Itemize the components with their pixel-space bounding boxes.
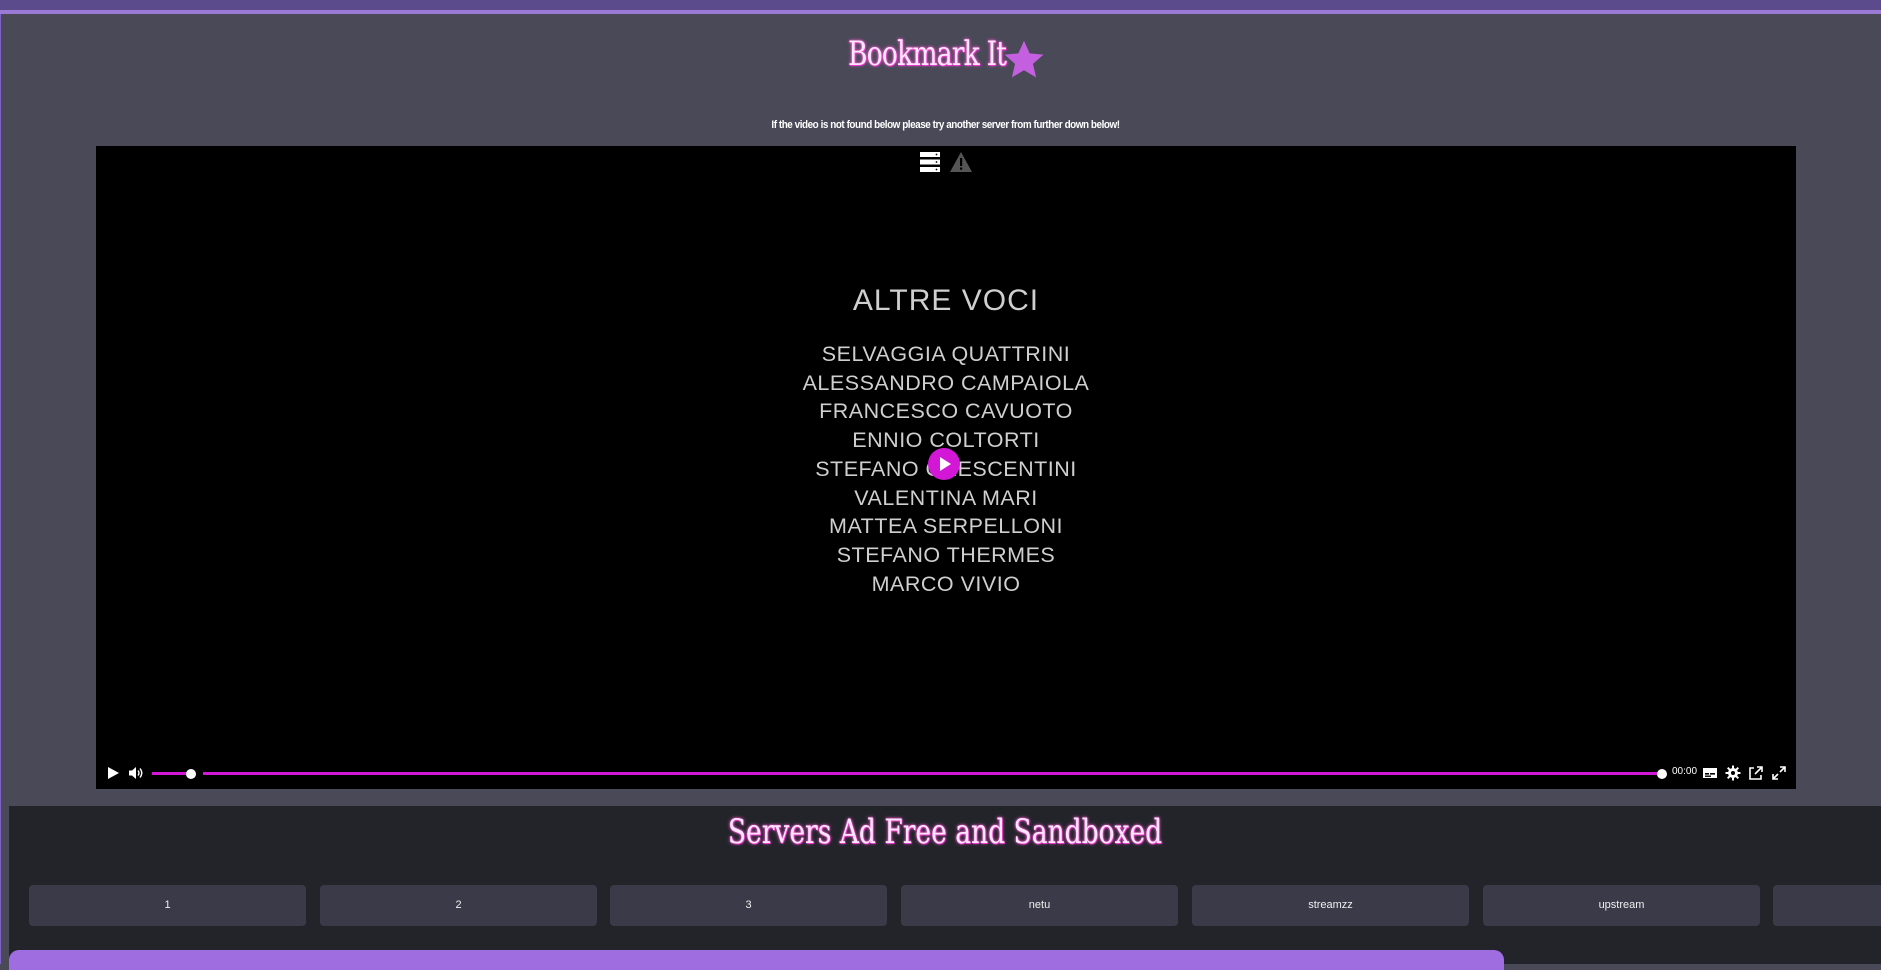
play-icon[interactable] bbox=[106, 766, 120, 780]
header: Bookmark It bbox=[0, 28, 1881, 88]
server-button-3[interactable]: 3 bbox=[610, 885, 887, 926]
server-button-2[interactable]: 2 bbox=[320, 885, 597, 926]
credit-name: SELVAGGIA QUATTRINI bbox=[821, 342, 1071, 366]
warning-icon[interactable] bbox=[949, 151, 973, 173]
server-notice: If the video is not found below please t… bbox=[771, 119, 1120, 131]
bottom-bar bbox=[9, 950, 1504, 970]
progress-bar[interactable] bbox=[152, 768, 1667, 779]
left-edge-line bbox=[0, 14, 1, 964]
settings-icon[interactable] bbox=[1725, 765, 1741, 781]
center-play-button[interactable] bbox=[928, 448, 960, 480]
subtitles-icon[interactable] bbox=[1702, 765, 1718, 781]
popout-icon[interactable] bbox=[1748, 765, 1764, 781]
credit-name: STEFANO THERMES bbox=[836, 542, 1056, 567]
servers-panel: Servers Ad Free and Sandboxed 1 2 3 netu… bbox=[9, 806, 1881, 964]
video-frame-credits: ALTRE VOCI SELVAGGIA QUATTRINI ALESSANDR… bbox=[96, 284, 1796, 598]
site-title: Bookmark It bbox=[848, 34, 1007, 74]
credit-name: MARCO VIVIO bbox=[871, 571, 1021, 596]
time-display: 00:00 bbox=[1672, 766, 1698, 777]
top-bar-accent bbox=[0, 10, 1881, 14]
bookmark-star-icon[interactable] bbox=[1002, 38, 1046, 82]
server-button-upstream[interactable]: upstream bbox=[1483, 885, 1760, 926]
credit-name: MATTEA SERPELLONI bbox=[829, 514, 1063, 539]
player-top-icons bbox=[919, 151, 973, 173]
credit-name: ALESSANDRO CAMPAIOLA bbox=[802, 370, 1090, 395]
servers-title: Servers Ad Free and Sandboxed bbox=[727, 812, 1163, 852]
credit-name: FRANCESCO CAVUOTO bbox=[819, 399, 1073, 424]
server-button-netu[interactable]: netu bbox=[901, 885, 1178, 926]
credit-name: VALENTINA MARI bbox=[854, 485, 1038, 510]
progress-handle[interactable] bbox=[186, 768, 196, 779]
volume-icon[interactable] bbox=[128, 766, 144, 780]
server-button-1[interactable]: 1 bbox=[29, 885, 306, 926]
progress-end-marker bbox=[1657, 768, 1667, 779]
fullscreen-icon[interactable] bbox=[1771, 765, 1787, 781]
server-button-streamzz[interactable]: streamzz bbox=[1192, 885, 1469, 926]
video-player[interactable]: ALTRE VOCI SELVAGGIA QUATTRINI ALESSANDR… bbox=[96, 146, 1796, 789]
top-bar bbox=[0, 0, 1881, 10]
credits-heading: ALTRE VOCI bbox=[852, 284, 1040, 317]
server-list-icon[interactable] bbox=[919, 151, 941, 173]
player-controls: 00:00 bbox=[96, 758, 1796, 788]
server-button-more[interactable] bbox=[1773, 885, 1881, 926]
